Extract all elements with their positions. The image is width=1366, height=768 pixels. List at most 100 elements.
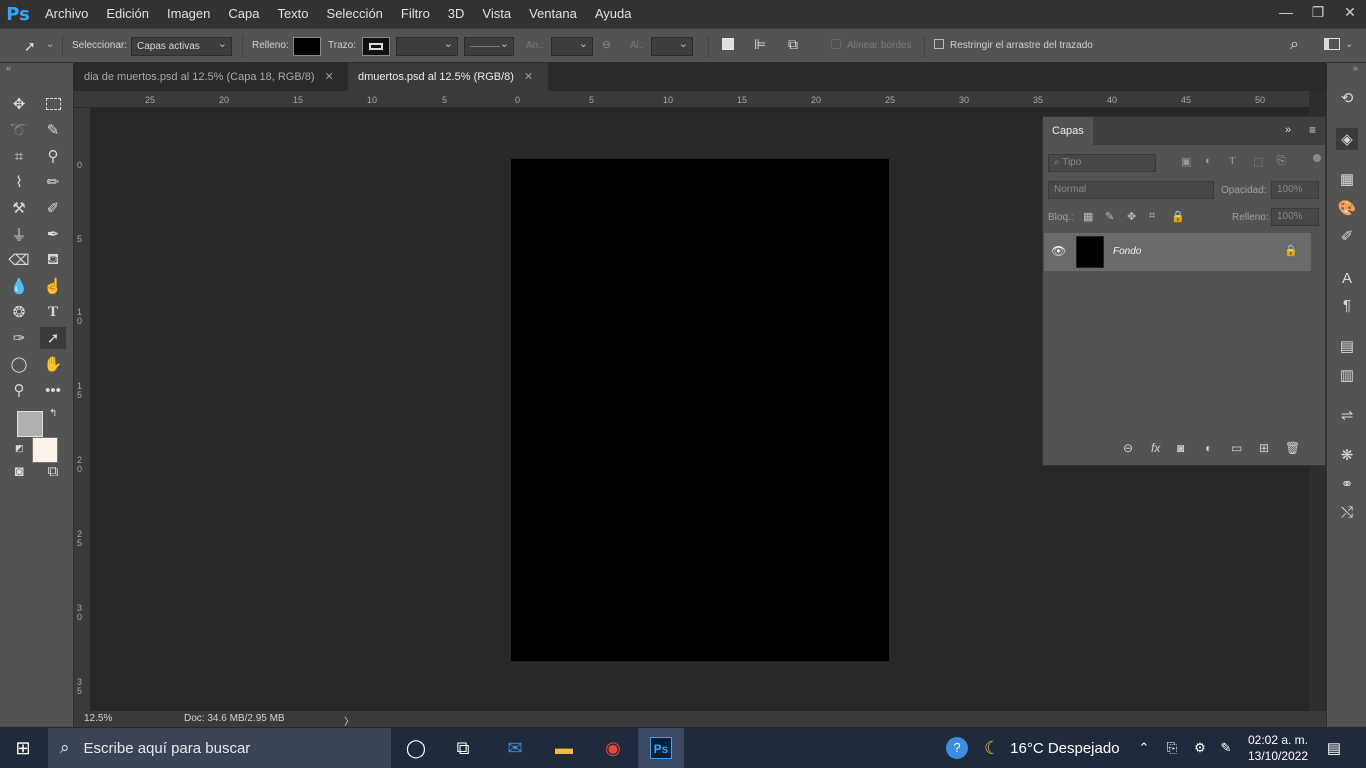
history-panel-icon[interactable]: ⟲ [1336,87,1358,109]
zoom-level[interactable]: 12.5% [84,713,112,724]
status-menu-arrow[interactable]: 〉 [344,713,354,728]
menu-capa[interactable]: Capa [219,0,268,28]
delete-layer-icon[interactable]: 🗑 [1285,441,1300,455]
collapse-toolbar-icon[interactable]: « [6,63,11,73]
menu-3d[interactable]: 3D [439,0,474,28]
blend-mode-dropdown[interactable]: Normal [1048,181,1214,199]
swap-colors-icon[interactable]: ↰ [49,408,57,419]
select-dropdown[interactable]: Capas activas [131,37,232,56]
width-field[interactable] [551,37,593,56]
layer-filter-dropdown[interactable]: ⌕ Tipo [1048,154,1156,172]
stroke-type-dropdown[interactable] [464,37,514,56]
ellipse-tool-icon[interactable]: ◯ [6,353,32,375]
libraries-panel-icon[interactable]: ▤ [1336,335,1358,357]
cortana-icon[interactable]: ◯ [393,728,439,768]
close-button[interactable]: ✕ [1334,0,1366,24]
menu-edicion[interactable]: Edición [97,0,158,28]
swatches-panel-icon[interactable]: ▦ [1336,168,1358,190]
menu-ventana[interactable]: Ventana [520,0,586,28]
filter-smart-object-icon[interactable]: ⎘ [1277,155,1286,168]
healing-brush-tool-icon[interactable]: ⌇ [6,171,32,193]
more-tools-icon[interactable]: ••• [40,379,66,401]
stroke-width-field[interactable] [396,37,458,56]
menu-imagen[interactable]: Imagen [158,0,219,28]
path-arrangement-icon[interactable]: ⧉ [788,36,798,53]
stroke-swatch[interactable] [362,37,390,56]
layer-style-icon[interactable]: fx [1151,441,1160,455]
menu-ayuda[interactable]: Ayuda [586,0,641,28]
paint-bucket-tool-icon[interactable]: ⛾ [40,249,66,271]
opacity-field[interactable]: 100% [1271,181,1319,199]
link-icon[interactable]: ⊖ [602,38,611,51]
pen-icon[interactable]: ✎ [1212,728,1240,768]
color-panel-icon[interactable]: 🎨 [1336,197,1358,219]
clock[interactable]: 02:02 a. m. 13/10/2022 [1238,732,1318,764]
file-explorer-icon[interactable]: ▬ [541,728,587,768]
eraser-tool-icon[interactable]: ⌫ [6,249,32,271]
filter-image-icon[interactable]: ▣ [1181,155,1191,168]
eye-icon[interactable]: 👁 [1051,244,1066,258]
styles-panel-icon[interactable]: ❋ [1336,444,1358,466]
constrain-path-checkbox[interactable] [934,39,944,49]
search-icon[interactable]: ⌕ [1290,36,1299,54]
adjustments-panel-icon[interactable]: ⇌ [1336,404,1358,426]
panel-menu-icon[interactable]: ≡ [1309,123,1316,137]
tab-dia-de-muertos[interactable]: dia de muertos.psd al 12.5% (Capa 18, RG… [74,63,348,91]
help-icon[interactable]: ? [946,737,968,759]
weather-widget[interactable]: ☾ 16°C Despejado [984,728,1120,768]
show-hidden-icons-icon[interactable]: ⌃ [1130,728,1158,768]
character-panel-icon[interactable]: A [1336,267,1358,289]
lock-artboard-icon[interactable]: ⌗ [1149,210,1155,223]
sponge-tool-icon[interactable]: ❂ [6,301,32,323]
tool-preset-chevron-icon[interactable]: ⌄ [46,39,54,50]
restore-button[interactable]: ❐ [1302,0,1334,24]
path-operations-icon[interactable] [722,38,734,50]
mail-icon[interactable]: ✉ [492,728,538,768]
quick-selection-tool-icon[interactable]: ✎ [40,119,66,141]
taskbar-search[interactable]: ⌕ Escribe aquí para buscar [48,728,391,768]
fill-swatch[interactable] [293,37,321,56]
close-tab-icon[interactable]: ✕ [325,71,334,83]
new-group-icon[interactable]: ▭ [1231,441,1242,455]
channels-panel-icon[interactable]: ⚭ [1336,473,1358,495]
new-layer-icon[interactable]: ⊞ [1259,441,1269,455]
paragraph-panel-icon[interactable]: ¶ [1336,294,1358,316]
zoom-tool-icon[interactable]: ⚲ [6,379,32,401]
close-tab-icon[interactable]: ✕ [524,71,533,83]
filter-toggle-icon[interactable] [1313,154,1321,162]
windows-start-icon[interactable]: ⊞ [0,728,46,768]
chrome-icon[interactable]: ◉ [590,728,636,768]
paths-panel-icon[interactable]: ⤭ [1336,501,1358,523]
layer-row-fondo[interactable]: 👁 Fondo 🔒 [1044,233,1311,271]
menu-archivo[interactable]: Archivo [36,0,97,28]
lock-transparency-icon[interactable]: ▦ [1083,210,1093,223]
align-edges-checkbox[interactable] [831,39,841,49]
marquee-tool-icon[interactable] [40,93,66,115]
path-selection-tool-icon[interactable]: ➚ [24,38,36,55]
screen-mode-icon[interactable]: ⧉ [40,460,66,482]
lock-pixels-icon[interactable]: ✎ [1105,210,1114,223]
bluetooth-icon[interactable]: ⚙ [1186,728,1214,768]
tab-capas[interactable]: Capas [1043,117,1093,145]
workspace-icon[interactable] [1324,38,1340,50]
history-brush-tool-icon[interactable]: ✒ [40,223,66,245]
lock-all-icon[interactable]: 🔒 [1171,210,1185,223]
height-field[interactable] [651,37,693,56]
workspace-chevron-icon[interactable]: ⌄ [1345,39,1353,50]
add-mask-icon[interactable]: ◙ [1177,441,1184,455]
path-selection-tool-icon[interactable]: ➚ [40,327,66,349]
document-canvas[interactable] [511,159,889,661]
task-view-icon[interactable]: ⧉ [440,728,486,768]
menu-filtro[interactable]: Filtro [392,0,439,28]
notifications-icon[interactable]: ▤ [1320,728,1348,768]
lasso-tool-icon[interactable]: ➰ [6,119,32,141]
stamp-tool-icon[interactable]: ⏚ [6,223,32,245]
properties-panel-icon[interactable]: ▥ [1336,364,1358,386]
path-alignment-icon[interactable]: ⊫ [754,36,766,53]
layers-panel-icon[interactable]: ◈ [1336,128,1358,150]
brush-tool-icon[interactable]: ✐ [40,197,66,219]
expand-dock-icon[interactable]: » [1353,63,1358,73]
filter-type-icon[interactable]: T [1229,155,1236,167]
smudge-tool-icon[interactable]: ☝ [40,275,66,297]
photoshop-taskbar-icon[interactable]: Ps [638,728,684,768]
